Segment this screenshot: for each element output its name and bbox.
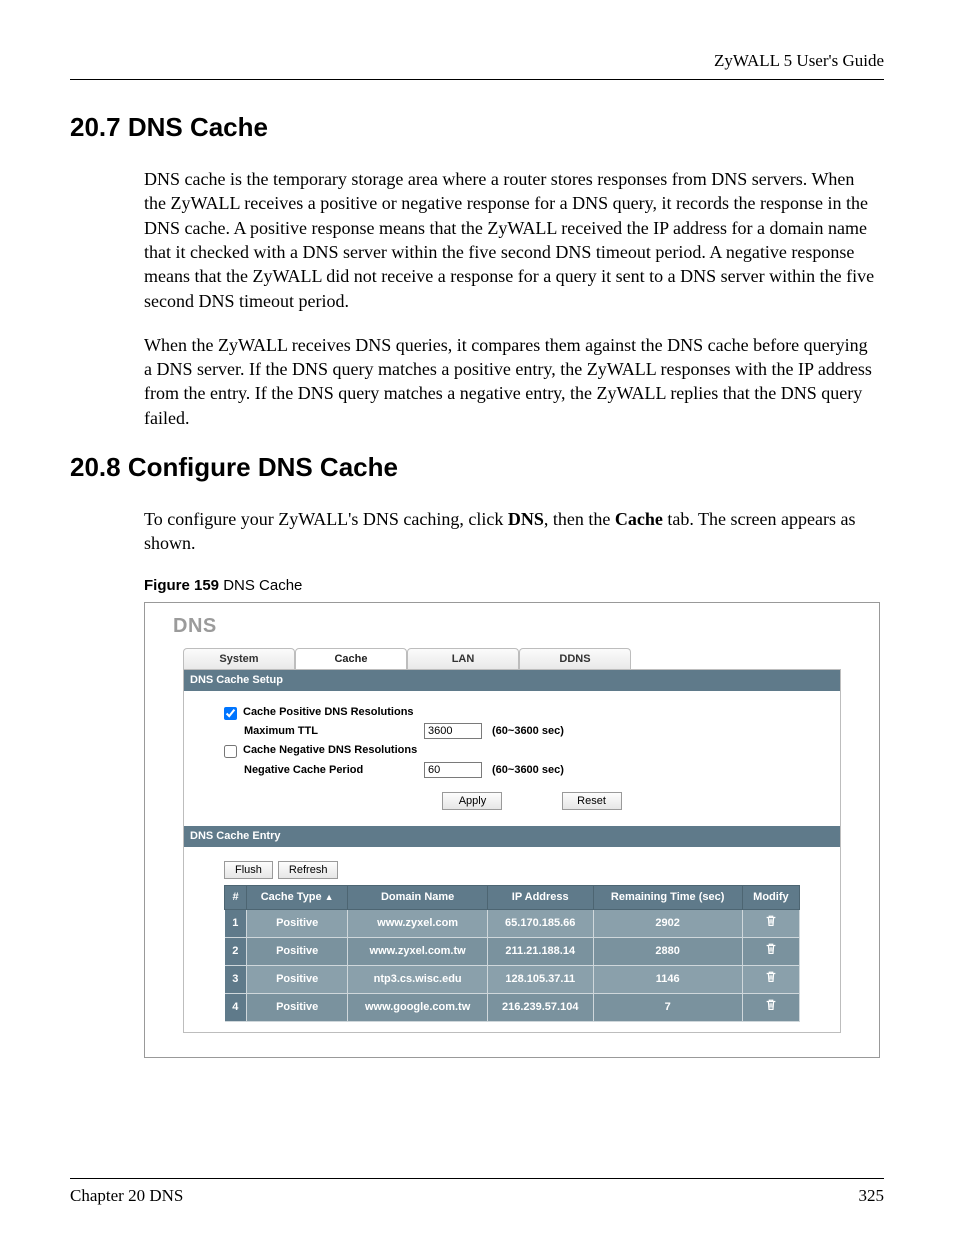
page-footer: Chapter 20 DNS 325 xyxy=(70,1178,884,1208)
section-20-7-para-1: DNS cache is the temporary storage area … xyxy=(144,167,880,313)
cache-negative-label: Cache Negative DNS Resolutions xyxy=(243,743,417,758)
col-modify[interactable]: Modify xyxy=(742,886,799,910)
cell-domain: ntp3.cs.wisc.edu xyxy=(348,965,488,993)
col-ip[interactable]: IP Address xyxy=(487,886,593,910)
cell-modify xyxy=(742,965,799,993)
trash-icon[interactable] xyxy=(764,975,778,987)
table-row: 4Positivewww.google.com.tw216.239.57.104… xyxy=(225,993,800,1021)
cell-domain: www.zyxel.com xyxy=(348,910,488,938)
trash-icon[interactable] xyxy=(764,919,778,931)
cell-index: 3 xyxy=(225,965,247,993)
cache-entry-table: # Cache Type Domain Name IP Address Rema… xyxy=(224,885,800,1021)
flush-button[interactable]: Flush xyxy=(224,861,273,879)
cell-ip: 211.21.188.14 xyxy=(487,938,593,966)
cell-remaining: 2880 xyxy=(593,938,742,966)
cell-remaining: 1146 xyxy=(593,965,742,993)
neg-period-input[interactable] xyxy=(424,762,482,778)
dns-cache-screenshot: DNS System Cache LAN DDNS DNS Cache Setu… xyxy=(144,602,880,1058)
trash-icon[interactable] xyxy=(764,1003,778,1015)
section-20-8-intro: To configure your ZyWALL's DNS caching, … xyxy=(144,507,880,556)
setup-form: Cache Positive DNS Resolutions Maximum T… xyxy=(184,691,840,827)
cache-negative-checkbox[interactable] xyxy=(224,745,237,758)
cell-domain: www.google.com.tw xyxy=(348,993,488,1021)
neg-period-hint: (60~3600 sec) xyxy=(492,763,564,778)
reset-button[interactable]: Reset xyxy=(562,792,622,810)
setup-section-bar: DNS Cache Setup xyxy=(184,670,840,691)
cell-cache-type: Positive xyxy=(247,965,348,993)
cell-remaining: 7 xyxy=(593,993,742,1021)
tab-lan[interactable]: LAN xyxy=(407,648,519,669)
col-index[interactable]: # xyxy=(225,886,247,910)
max-ttl-label: Maximum TTL xyxy=(244,724,424,739)
header-guide-title: ZyWALL 5 User's Guide xyxy=(70,50,884,73)
cell-cache-type: Positive xyxy=(247,938,348,966)
cell-modify xyxy=(742,993,799,1021)
tab-ddns[interactable]: DDNS xyxy=(519,648,631,669)
col-domain[interactable]: Domain Name xyxy=(348,886,488,910)
cell-remaining: 2902 xyxy=(593,910,742,938)
figure-caption: Figure 159 DNS Cache xyxy=(144,576,880,596)
tab-bar: System Cache LAN DDNS xyxy=(183,648,869,669)
section-20-7-para-2: When the ZyWALL receives DNS queries, it… xyxy=(144,333,880,430)
footer-page-number: 325 xyxy=(859,1185,885,1208)
cell-index: 1 xyxy=(225,910,247,938)
app-title: DNS xyxy=(173,613,869,640)
header-rule xyxy=(70,79,884,80)
col-cache-type[interactable]: Cache Type xyxy=(247,886,348,910)
cell-cache-type: Positive xyxy=(247,910,348,938)
tab-cache[interactable]: Cache xyxy=(295,648,407,669)
cell-ip: 128.105.37.11 xyxy=(487,965,593,993)
max-ttl-input[interactable] xyxy=(424,723,482,739)
table-row: 3Positiventp3.cs.wisc.edu128.105.37.1111… xyxy=(225,965,800,993)
cell-ip: 216.239.57.104 xyxy=(487,993,593,1021)
neg-period-label: Negative Cache Period xyxy=(244,763,424,778)
cell-cache-type: Positive xyxy=(247,993,348,1021)
entry-section-bar: DNS Cache Entry xyxy=(184,826,840,847)
tab-system[interactable]: System xyxy=(183,648,295,669)
col-remaining[interactable]: Remaining Time (sec) xyxy=(593,886,742,910)
cell-modify xyxy=(742,910,799,938)
apply-button[interactable]: Apply xyxy=(442,792,502,810)
cell-index: 4 xyxy=(225,993,247,1021)
max-ttl-hint: (60~3600 sec) xyxy=(492,724,564,739)
footer-chapter: Chapter 20 DNS xyxy=(70,1185,183,1208)
cell-domain: www.zyxel.com.tw xyxy=(348,938,488,966)
section-20-7-heading: 20.7 DNS Cache xyxy=(70,110,884,145)
cell-index: 2 xyxy=(225,938,247,966)
cell-modify xyxy=(742,938,799,966)
trash-icon[interactable] xyxy=(764,947,778,959)
table-row: 1Positivewww.zyxel.com65.170.185.662902 xyxy=(225,910,800,938)
refresh-button[interactable]: Refresh xyxy=(278,861,339,879)
cell-ip: 65.170.185.66 xyxy=(487,910,593,938)
section-20-8-heading: 20.8 Configure DNS Cache xyxy=(70,450,884,485)
cache-positive-checkbox[interactable] xyxy=(224,707,237,720)
cache-panel: DNS Cache Setup Cache Positive DNS Resol… xyxy=(183,669,841,1033)
cache-positive-label: Cache Positive DNS Resolutions xyxy=(243,705,414,720)
table-row: 2Positivewww.zyxel.com.tw211.21.188.1428… xyxy=(225,938,800,966)
